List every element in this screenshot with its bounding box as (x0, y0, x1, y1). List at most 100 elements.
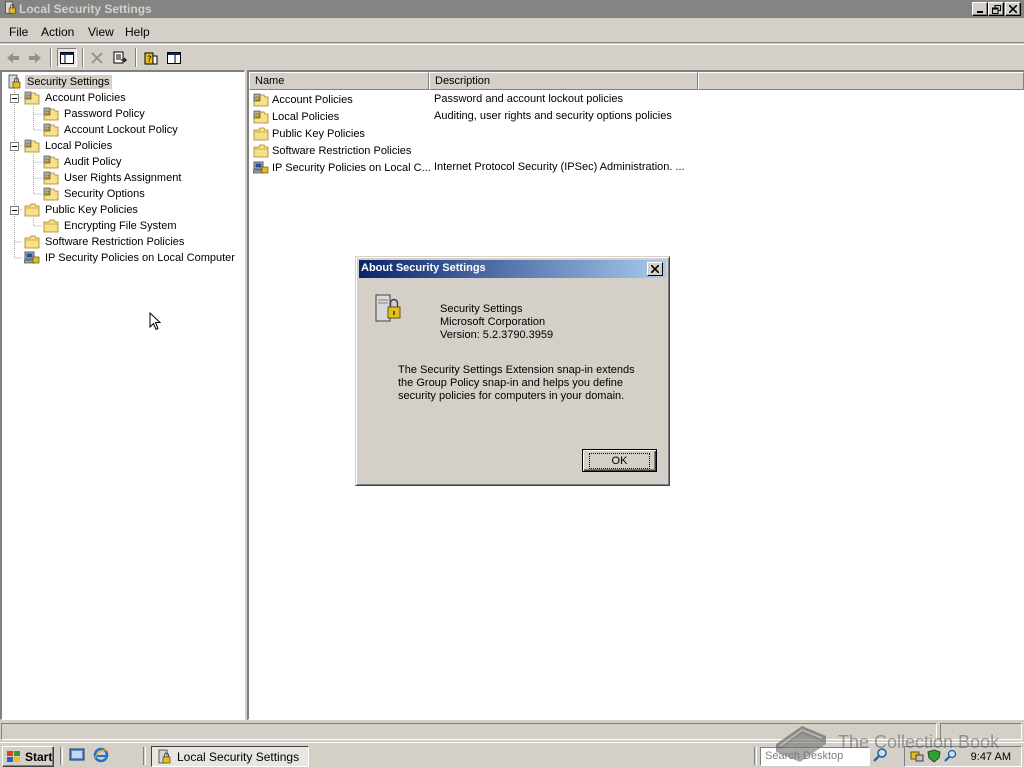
tray-search-icon[interactable] (944, 749, 958, 763)
menu-view[interactable]: View (88, 25, 114, 39)
taskbar-clock[interactable]: 9:47 AM (971, 751, 1011, 763)
back-button[interactable] (3, 48, 23, 67)
close-window-button[interactable] (1005, 2, 1021, 16)
list-item[interactable]: IP Security Policies on Local C... Inter… (253, 159, 1013, 176)
start-label: Start (25, 749, 53, 764)
folder-icon (24, 235, 40, 249)
tree-item-account-lockout-policy[interactable]: Account Lockout Policy (43, 122, 180, 138)
tree-item-label: Software Restriction Policies (45, 236, 185, 248)
start-button[interactable]: Start (2, 746, 54, 767)
close-icon (651, 265, 659, 273)
policy-folder-icon (24, 139, 40, 153)
export-list-button[interactable] (110, 48, 130, 67)
column-header-description[interactable]: Description (429, 72, 698, 90)
tree-item-label: User Rights Assignment (64, 172, 182, 184)
tree-item-public-key-policies[interactable]: Public Key Policies (24, 202, 140, 218)
menu-help[interactable]: Help (125, 25, 150, 39)
delete-x-icon (91, 51, 103, 64)
list-item[interactable]: Software Restriction Policies (253, 142, 1013, 159)
tree-item-local-policies[interactable]: Local Policies (24, 138, 114, 154)
tree-item-software-restriction-policies[interactable]: Software Restriction Policies (24, 234, 186, 250)
tree-item-label: Security Settings (25, 75, 112, 89)
menu-bar: File Action View Help (0, 19, 1024, 43)
close-icon (1009, 5, 1017, 13)
description-line: The Security Settings Extension snap-in … (398, 364, 635, 376)
tree-item-security-settings[interactable]: Security Settings (6, 74, 112, 90)
show-desktop-icon (69, 748, 85, 761)
show-hide-action-pane-button[interactable] (164, 48, 184, 67)
tree-item-audit-policy[interactable]: Audit Policy (43, 154, 123, 170)
dialog-titlebar[interactable]: About Security Settings (359, 260, 666, 278)
svg-text:?: ? (147, 55, 152, 65)
toolbar-separator (135, 48, 137, 67)
list-item[interactable]: Local Policies Auditing, user rights and… (253, 108, 1013, 125)
policy-folder-icon (253, 110, 269, 124)
list-item-name: Software Restriction Policies (272, 144, 412, 157)
quick-launch-internet-explorer[interactable] (93, 747, 111, 765)
list-item-name: Account Policies (272, 93, 353, 106)
tree-item-password-policy[interactable]: Password Policy (43, 106, 147, 122)
tree-item-label: Encrypting File System (64, 220, 177, 232)
taskbar-window-label: Local Security Settings (177, 749, 300, 764)
restore-button[interactable] (988, 2, 1004, 16)
tree-item-encrypting-file-system[interactable]: Encrypting File System (43, 218, 178, 234)
toolbar: ? (0, 44, 1024, 69)
restore-icon (991, 4, 1001, 14)
mouse-cursor-icon (149, 312, 162, 331)
tree-item-label: Public Key Policies (45, 204, 138, 216)
list-item-description: Password and account lockout policies (434, 93, 623, 105)
ipsec-computer-icon (24, 250, 40, 266)
collapse-toggle[interactable] (10, 206, 19, 215)
forward-button[interactable] (25, 48, 45, 67)
tree-item-label: Security Options (64, 188, 145, 200)
tree-item-label: Account Lockout Policy (64, 124, 178, 136)
export-list-icon (113, 51, 127, 63)
desktop-search-input[interactable]: Search Desktop (760, 747, 870, 766)
collapse-toggle[interactable] (10, 142, 19, 151)
list-item[interactable]: Public Key Policies (253, 125, 1013, 142)
security-settings-icon (375, 294, 401, 322)
folder-icon (43, 219, 59, 233)
quick-launch-show-desktop[interactable] (69, 747, 87, 765)
policy-folder-icon (43, 123, 59, 137)
help-button[interactable]: ? (141, 48, 161, 67)
ok-button-label: OK (588, 452, 651, 469)
minimize-button[interactable] (972, 2, 988, 16)
tree-item-label: Password Policy (64, 108, 145, 120)
about-dialog: About Security Settings Security Setting… (355, 256, 670, 486)
internet-explorer-icon (93, 747, 109, 763)
list-item[interactable]: Account Policies Password and account lo… (253, 91, 1013, 108)
tree-item-security-options[interactable]: Security Options (43, 186, 147, 202)
tray-network-icon[interactable] (910, 749, 924, 763)
tree-item-label: IP Security Policies on Local Computer (45, 252, 235, 264)
collapse-toggle[interactable] (10, 94, 19, 103)
search-button[interactable] (872, 747, 892, 766)
console-tree-icon (60, 51, 74, 64)
column-header-name[interactable]: Name (249, 72, 429, 90)
tree-item-account-policies[interactable]: Account Policies (24, 90, 128, 106)
taskbar: Start Local Security Settings Search Des… (0, 742, 1024, 768)
show-hide-tree-button[interactable] (57, 48, 77, 67)
tree-item-ip-security-policies[interactable]: IP Security Policies on Local Computer (24, 250, 237, 266)
taskbar-separator (754, 747, 757, 765)
dialog-title: About Security Settings (361, 262, 486, 274)
search-icon (873, 748, 887, 762)
tree-item-label: Local Policies (45, 140, 113, 152)
menu-file[interactable]: File (9, 25, 28, 39)
taskbar-window-button[interactable]: Local Security Settings (151, 746, 309, 767)
dialog-close-button[interactable] (647, 262, 663, 276)
menu-action[interactable]: Action (41, 25, 74, 39)
policy-folder-icon (43, 107, 59, 121)
ok-button[interactable]: OK (582, 449, 657, 472)
console-tree[interactable]: Security Settings Account Policies Passw… (0, 70, 245, 720)
window-title: Local Security Settings (19, 2, 152, 16)
tree-item-user-rights-assignment[interactable]: User Rights Assignment (43, 170, 183, 186)
folder-icon (253, 144, 269, 158)
policy-folder-icon (43, 171, 59, 185)
status-bar (0, 722, 1024, 742)
tray-security-icon[interactable] (927, 749, 941, 763)
delete-button[interactable] (87, 48, 107, 67)
list-item-name: Public Key Policies (272, 127, 365, 140)
window-titlebar[interactable]: Local Security Settings (0, 0, 1024, 18)
company-name: Microsoft Corporation (440, 316, 546, 328)
